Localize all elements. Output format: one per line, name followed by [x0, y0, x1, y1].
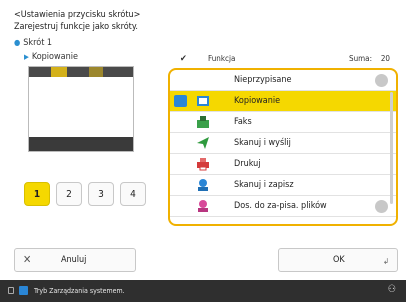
cancel-button[interactable]: ✕ Anuluj — [14, 248, 136, 272]
network-icon[interactable]: ⚇ — [388, 284, 396, 295]
print-icon — [197, 158, 209, 171]
bullet-icon: ● — [14, 38, 21, 47]
page-subtitle: Zarejestruj funkcje jako skróty. — [14, 22, 138, 32]
list-scrollbar[interactable] — [390, 92, 393, 204]
scan-store-icon — [198, 179, 208, 191]
lock-icon — [8, 287, 14, 294]
preview-body — [29, 77, 133, 137]
access-stored-files-icon — [198, 200, 208, 212]
function-list[interactable]: Nieprzypisane Kopiowanie Faks Skanuj i w… — [168, 68, 398, 226]
shortcut-preview — [28, 66, 134, 152]
scan-send-icon — [197, 137, 209, 149]
page-button-4[interactable]: 4 — [120, 182, 146, 206]
page-button-1[interactable]: 1 — [24, 182, 50, 206]
list-item[interactable]: Kopiowanie — [170, 91, 396, 112]
list-item[interactable]: Skanuj i wyślij — [170, 133, 396, 154]
scroll-up-icon[interactable] — [375, 74, 388, 87]
ok-button[interactable]: OK ↲ — [278, 248, 398, 272]
triangle-icon: ▶ — [24, 53, 29, 61]
header: <Ustawienia przycisku skrótu> Zarejestru… — [14, 9, 140, 33]
preview-top-bar — [29, 67, 133, 77]
status-bar: Tryb Zarządzania systemem. ⚇ — [0, 280, 406, 302]
close-icon: ✕ — [23, 253, 32, 266]
list-item[interactable]: Faks — [170, 112, 396, 133]
preview-bottom-bar — [29, 137, 133, 151]
check-icon: ✔ — [180, 54, 187, 64]
list-item[interactable]: Drukuj — [170, 154, 396, 175]
function-column-label: Funkcja — [208, 54, 236, 63]
copy-icon — [197, 96, 209, 106]
shortcut-assigned-icon — [174, 95, 187, 107]
list-item[interactable]: Skanuj i zapisz — [170, 175, 396, 196]
page-button-2[interactable]: 2 — [56, 182, 82, 206]
enter-icon: ↲ — [382, 257, 389, 266]
page-button-3[interactable]: 3 — [88, 182, 114, 206]
status-text: Tryb Zarządzania systemem. — [34, 287, 125, 295]
system-manager-icon — [19, 286, 28, 295]
preview-highlight — [51, 67, 67, 77]
shortcut-function: ▶ Kopiowanie — [24, 52, 78, 62]
shortcut-name: ● Skrót 1 — [14, 38, 53, 48]
page-selector: 1 2 3 4 — [24, 182, 146, 206]
page-title: <Ustawienia przycisku skrótu> — [14, 10, 141, 20]
sum-value: 20 — [380, 54, 390, 63]
preview-highlight — [89, 67, 103, 77]
sum-label: Suma: — [349, 54, 372, 63]
function-list-header: ✔ Funkcja Suma: 20 — [172, 54, 398, 68]
list-item[interactable]: Nieprzypisane — [170, 70, 396, 91]
fax-icon — [197, 116, 209, 128]
list-item[interactable]: Dos. do za-pisa. plików — [170, 196, 396, 217]
scroll-down-icon[interactable] — [375, 200, 388, 213]
